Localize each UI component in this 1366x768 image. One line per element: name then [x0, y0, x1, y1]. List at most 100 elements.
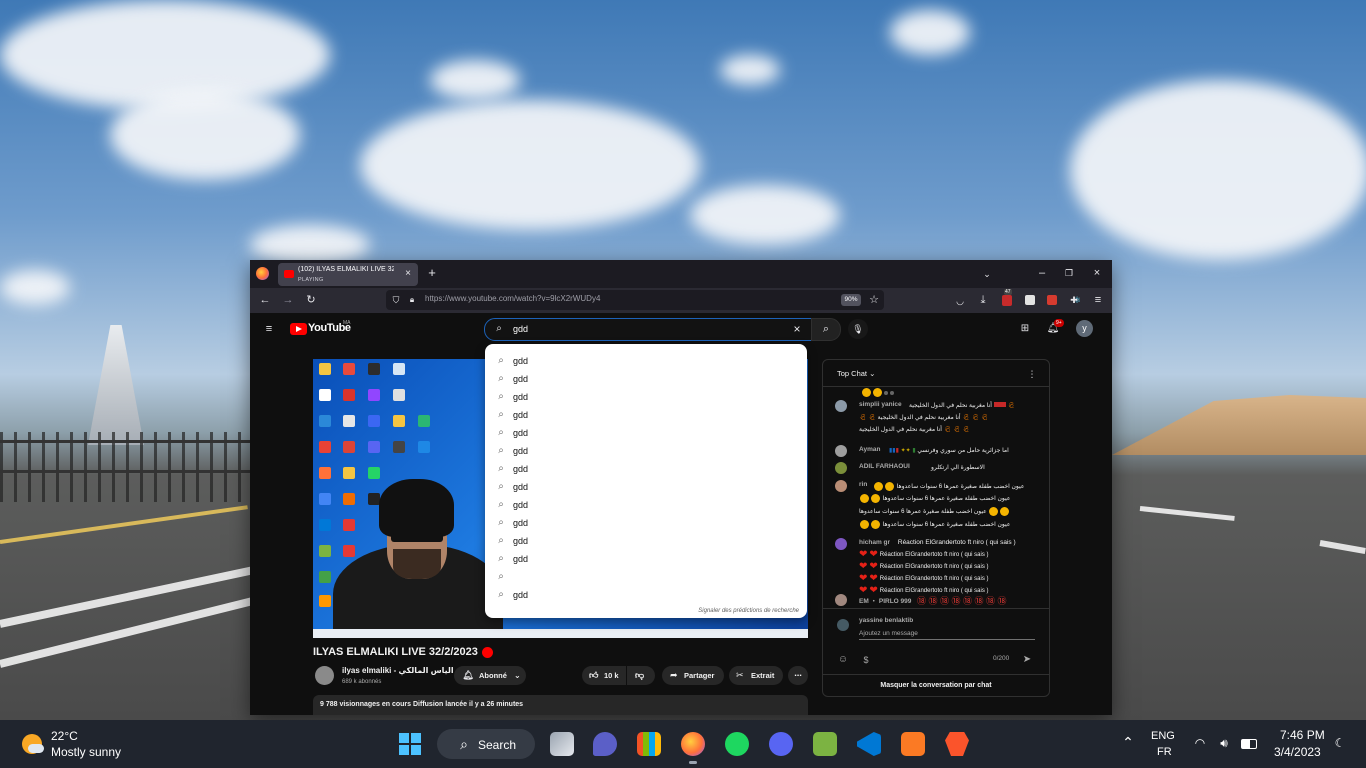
extensions-puzzle-icon[interactable]: ✚: [1068, 293, 1080, 307]
suggestion-item[interactable]: ⌕ gdd: [485, 550, 807, 568]
search-button[interactable]: ⌕: [811, 318, 841, 341]
more-vertical-icon[interactable]: ⋮: [1027, 367, 1037, 381]
vscode-icon[interactable]: [857, 732, 881, 756]
bookmark-star-icon[interactable]: ☆: [867, 293, 881, 307]
pocket-icon[interactable]: ◡: [953, 294, 967, 308]
create-video-icon[interactable]: ⊞: [1018, 322, 1032, 336]
browser-tab[interactable]: (102) ILYAS ELMALIKI LIVE 32/2/2 PLAYING…: [278, 263, 418, 286]
input-language-primary[interactable]: ENG: [1151, 730, 1175, 742]
suggestion-item[interactable]: ⌕ gdd: [485, 442, 807, 460]
forward-icon[interactable]: →: [281, 293, 295, 307]
close-tab-icon[interactable]: ×: [402, 267, 414, 281]
chat-message[interactable]: Ayman ▮▮▮ ✦✦ ▮ اما جزائرية حامل من سوري …: [835, 445, 1041, 459]
subscribed-button[interactable]: 🔔︎ Abonné ⌄: [454, 666, 526, 685]
back-icon[interactable]: ←: [258, 293, 272, 307]
shield-icon[interactable]: ⛉: [390, 293, 402, 307]
search-icon: ⌕: [498, 589, 504, 600]
volume-icon[interactable]: 🔊︎: [1216, 736, 1232, 750]
subscribed-label: Abonné: [479, 671, 507, 680]
microsoft-store-icon[interactable]: [637, 732, 661, 756]
firefox-menu-icon[interactable]: [256, 267, 269, 280]
chat-message[interactable]: hicham gr Réaction ElGrandertoto ft niro…: [835, 538, 1041, 596]
reload-icon[interactable]: ↻: [304, 293, 318, 307]
report-predictions-link[interactable]: Signaler des prédictions de recherche: [698, 608, 799, 614]
suggestion-item[interactable]: ⌕ gdd: [485, 532, 807, 550]
extension-icon[interactable]: [1025, 295, 1035, 305]
suggestion-item[interactable]: ⌕: [485, 568, 807, 586]
clock-date[interactable]: 3/4/2023: [1274, 745, 1321, 759]
suggestion-item[interactable]: ⌕ gdd: [485, 352, 807, 370]
brave-icon[interactable]: [945, 732, 969, 756]
super-chat-icon[interactable]: $: [859, 653, 873, 667]
hamburger-menu-icon[interactable]: ≡: [1091, 293, 1105, 307]
show-hidden-icons-chevron-icon[interactable]: ⌃: [1120, 735, 1136, 749]
chat-message[interactable]: simplii yanice أنا مغربية نحلم في الدول …: [835, 400, 1041, 438]
extension-badge-icon[interactable]: [1002, 295, 1012, 306]
spotify-icon[interactable]: [725, 732, 749, 756]
suggestion-item[interactable]: ⌕ gdd: [485, 370, 807, 388]
search-input[interactable]: ⌕ gdd ×: [484, 318, 812, 341]
chevron-down-icon: ⌄: [514, 671, 521, 680]
suggestion-item[interactable]: ⌕ gdd: [485, 496, 807, 514]
minimize-icon[interactable]: –: [1035, 266, 1049, 280]
task-view-icon[interactable]: [550, 732, 574, 756]
new-tab-button[interactable]: +: [426, 266, 438, 280]
firefox-icon[interactable]: [681, 732, 705, 756]
suggestion-item[interactable]: ⌕ gdd: [485, 388, 807, 406]
suggestion-item[interactable]: ⌕ gdd: [485, 514, 807, 532]
weather-widget[interactable]: 22°C Mostly sunny: [14, 724, 144, 764]
start-button[interactable]: [399, 733, 421, 755]
channel-avatar[interactable]: [315, 666, 334, 685]
guide-menu-icon[interactable]: ≡: [262, 322, 276, 336]
zoom-level[interactable]: 90%: [841, 294, 861, 306]
chat-mode-selector[interactable]: Top Chat ⌄: [837, 369, 875, 378]
suggestion-item[interactable]: ⌕ gdd: [485, 478, 807, 496]
suggestion-text: gdd: [513, 392, 529, 402]
scissors-icon: ✂: [736, 670, 744, 680]
suggestion-item[interactable]: ⌕ gdd: [485, 424, 807, 442]
suggestion-item[interactable]: ⌕ gdd: [485, 406, 807, 424]
quiet-hours-moon-icon[interactable]: ☾: [1332, 736, 1348, 750]
wifi-icon[interactable]: ◠: [1192, 736, 1208, 750]
suggestion-item[interactable]: ⌕ gdd: [485, 460, 807, 478]
suggestion-item[interactable]: ⌕ gdd: [485, 586, 807, 604]
send-icon[interactable]: ➤: [1021, 653, 1033, 667]
url-bar[interactable]: ⛉ 🔒︎ https://www.youtube.com/watch?v=9lc…: [386, 290, 884, 310]
input-language-secondary[interactable]: FR: [1157, 746, 1172, 758]
youtube-favicon: [284, 270, 294, 278]
xampp-icon[interactable]: [901, 732, 925, 756]
restore-icon[interactable]: ❐: [1062, 266, 1076, 280]
voice-search-button[interactable]: 🎙︎: [848, 319, 868, 339]
emoji-icon[interactable]: ☺: [837, 653, 849, 667]
chat-message[interactable]: rin عيون اخضب طفلة صغيرة عمرها 6 سنوات س…: [835, 480, 1041, 532]
notifications-badge: 9+: [1054, 319, 1064, 327]
clip-button[interactable]: ✂ Extrait: [729, 666, 783, 685]
user-avatar[interactable]: y: [1076, 320, 1093, 337]
discord-icon[interactable]: [769, 732, 793, 756]
chat-text-continued: ❤ ❤ Réaction ElGrandertoto ft niro ( qui s…: [859, 561, 989, 572]
list-tabs-icon[interactable]: ⌄: [980, 267, 994, 281]
dislike-button[interactable]: 👎︎: [627, 666, 655, 685]
teams-chat-icon[interactable]: [593, 732, 617, 756]
clock-time[interactable]: 7:46 PM: [1280, 728, 1325, 742]
description-box[interactable]: 9 788 visionnages en cours Diffusion lan…: [313, 695, 808, 715]
extension-red-icon[interactable]: [1047, 295, 1057, 305]
chat-message[interactable]: EM ・ PIRLO 999 ⑱ ⑱ ⑱ ⑱ ⑱ ⑱ ⑱ ⑱: [835, 594, 1041, 608]
clear-search-icon[interactable]: ×: [791, 322, 803, 336]
share-button[interactable]: ➦ Partager: [662, 666, 724, 685]
downloads-icon[interactable]: ⤓: [976, 293, 990, 307]
youtube-logo-icon[interactable]: [290, 323, 307, 335]
hide-chat-button[interactable]: Masquer la conversation par chat: [823, 674, 1049, 696]
chat-text-continued: 💃︎ 💃︎ أنا مغربية نحلم في الدول الخليجية …: [859, 415, 989, 421]
close-window-icon[interactable]: ×: [1090, 266, 1104, 280]
notepad-plus-icon[interactable]: [813, 732, 837, 756]
more-actions-button[interactable]: ⋯: [788, 666, 808, 685]
like-button[interactable]: 👍︎ 10 k: [582, 666, 626, 685]
lock-icon[interactable]: 🔒︎: [406, 293, 418, 307]
taskbar-search[interactable]: ⌕ Search: [437, 729, 535, 759]
battery-icon[interactable]: [1241, 739, 1257, 749]
search-icon: ⌕: [498, 373, 504, 384]
channel-name[interactable]: ilyas elmaliki - الياس المالكي: [342, 666, 454, 675]
chat-message[interactable]: ADIL FARHAOUI الاسطورة الي ارتكلرو: [835, 462, 1041, 476]
chat-message-input[interactable]: Ajoutez un message: [859, 630, 918, 637]
